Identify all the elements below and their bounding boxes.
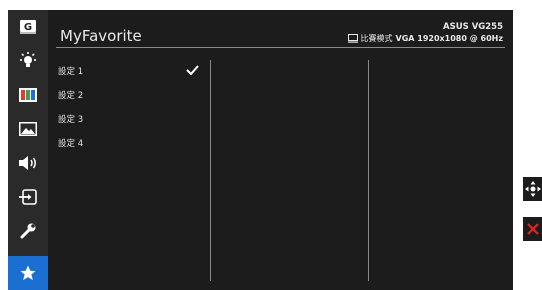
sidebar-item-system-setup[interactable]: [8, 214, 48, 248]
header-divider: [56, 47, 505, 48]
color-icon: [19, 88, 37, 102]
signal-info: VGA 1920x1080 @ 60Hz: [395, 34, 503, 43]
checkmark-icon: [186, 65, 199, 75]
navigation-control-button[interactable]: [523, 177, 542, 201]
navigation-icon: [524, 181, 541, 197]
model-name: ASUS VG255: [443, 22, 503, 32]
sidebar-item-color[interactable]: [8, 78, 48, 112]
sidebar-item-gameplus[interactable]: G: [8, 10, 48, 44]
sidebar: G: [8, 10, 48, 290]
sidebar-item-sound[interactable]: [8, 146, 48, 180]
star-icon: [20, 265, 36, 281]
column-divider-2: [368, 60, 369, 281]
input-select-icon: [19, 189, 37, 205]
list-item-setting-1[interactable]: 設定 1: [58, 62, 208, 86]
image-icon: [19, 122, 37, 136]
setting-label: 設定 2: [58, 91, 84, 101]
list-item-setting-4[interactable]: 設定 4: [58, 134, 208, 158]
monitor-info: ASUS VG255 比賽模式 VGA 1920x1080 @ 60Hz: [347, 22, 503, 44]
gameplus-glyph: G: [24, 22, 32, 33]
mode-label: 比賽模式: [360, 34, 393, 43]
sidebar-item-myfavorite[interactable]: [8, 256, 48, 290]
sidebar-item-brightness[interactable]: [8, 44, 48, 78]
close-icon: [526, 223, 539, 235]
setting-label: 設定 1: [58, 67, 84, 77]
favorite-settings-list: 設定 1 設定 2 設定 3 設定 4: [58, 62, 208, 158]
page-title: MyFavorite: [60, 27, 142, 45]
setting-label: 設定 4: [58, 139, 84, 149]
sidebar-item-input-select[interactable]: [8, 180, 48, 214]
sidebar-item-image[interactable]: [8, 112, 48, 146]
setting-label: 設定 3: [58, 115, 84, 125]
sound-icon: [19, 156, 36, 170]
system-setup-icon: [20, 223, 36, 239]
close-button[interactable]: [523, 217, 542, 241]
list-item-setting-2[interactable]: 設定 2: [58, 86, 208, 110]
column-divider-1: [210, 60, 211, 281]
gameplus-icon: G: [20, 20, 36, 34]
osd-window: G MyFavorite ASUS VG255 比賽模式 VGA 1920x10…: [8, 10, 513, 290]
brightness-icon: [20, 52, 36, 67]
monitor-icon: [347, 34, 358, 43]
list-item-setting-3[interactable]: 設定 3: [58, 110, 208, 134]
